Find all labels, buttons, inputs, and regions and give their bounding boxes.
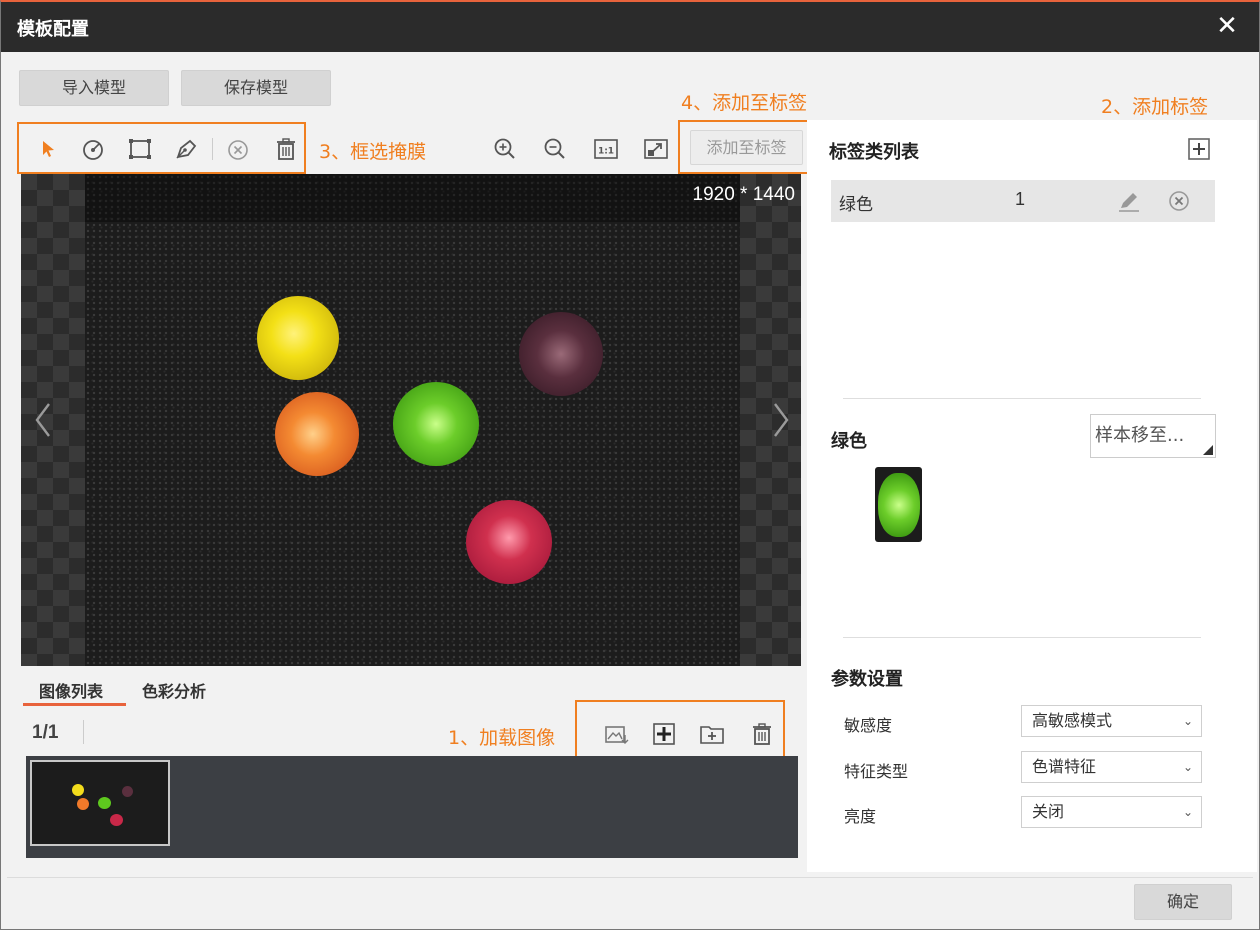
title-bar: 模板配置 ✕: [1, 2, 1259, 52]
clear-icon[interactable]: [225, 136, 251, 162]
resolution-label: 1920 * 1440: [692, 184, 796, 205]
import-model-button[interactable]: 导入模型: [19, 70, 169, 106]
rectangle-tool-icon[interactable]: [127, 136, 153, 162]
annotation-load-image: 1、加载图像: [448, 727, 556, 749]
dialog-title: 模板配置: [17, 19, 89, 40]
feature-type-value: 色谱特征: [1032, 757, 1097, 776]
param-label-brightness: 亮度: [844, 807, 877, 826]
save-model-button[interactable]: 保存模型: [181, 70, 331, 106]
green-sample-thumbnail[interactable]: [875, 467, 922, 542]
ok-button[interactable]: 确定: [1134, 884, 1232, 920]
load-image-icon[interactable]: [603, 721, 629, 747]
image-thumbnail-strip: [26, 756, 798, 858]
zoom-out-icon[interactable]: [542, 136, 568, 162]
add-to-label-button[interactable]: 添加至标签: [690, 130, 803, 165]
add-label-icon[interactable]: [1186, 136, 1212, 162]
params-title: 参数设置: [831, 669, 903, 690]
green-candy: [393, 382, 479, 466]
yellow-candy: [257, 296, 339, 380]
edit-icon[interactable]: [1116, 188, 1142, 214]
previous-image-arrow[interactable]: [31, 400, 55, 440]
annotation-add-label: 2、添加标签: [1101, 96, 1209, 118]
selected-label-title: 绿色: [831, 431, 867, 452]
param-label-feature-type: 特征类型: [844, 762, 909, 781]
chevron-down-icon: ⌄: [1182, 805, 1193, 819]
delete-icon[interactable]: [273, 136, 299, 162]
delete-image-icon[interactable]: [749, 721, 775, 747]
remove-label-icon[interactable]: [1166, 188, 1192, 214]
actual-size-icon[interactable]: 1:1: [593, 136, 619, 162]
feature-type-select[interactable]: 色谱特征 ⌄: [1021, 751, 1202, 783]
add-folder-icon[interactable]: [699, 721, 725, 747]
template-config-dialog: 模板配置 ✕ 导入模型 保存模型 4、添加至标签 2、添加标签 3、框选掩膜 1…: [0, 0, 1260, 930]
chevron-down-icon: ⌄: [1182, 760, 1193, 774]
annotation-add-to-label: 4、添加至标签: [681, 92, 808, 114]
active-tab-indicator: [23, 703, 126, 706]
add-icon[interactable]: [651, 721, 677, 747]
red-candy: [466, 500, 552, 584]
label-row-green[interactable]: 绿色 1: [831, 180, 1215, 222]
pen-tool-icon[interactable]: [173, 136, 199, 162]
annotation-select-mask: 3、框选掩膜: [319, 141, 427, 163]
toolbar-separator: [212, 138, 213, 160]
label-name: 绿色: [839, 195, 873, 215]
next-image-arrow[interactable]: [769, 400, 793, 440]
fit-window-icon[interactable]: [643, 136, 669, 162]
svg-text:1:1: 1:1: [598, 147, 614, 157]
image-thumbnail[interactable]: [30, 760, 170, 846]
zoom-in-icon[interactable]: [492, 136, 518, 162]
candy-image: [85, 174, 740, 666]
move-sample-label: 样本移至...: [1095, 425, 1185, 446]
purple-candy: [519, 312, 603, 396]
close-button[interactable]: ✕: [1213, 11, 1241, 41]
sensitivity-select[interactable]: 高敏感模式 ⌄: [1021, 705, 1202, 737]
image-viewer[interactable]: 1920 * 1440: [21, 174, 801, 666]
label-list-title: 标签类列表: [829, 142, 919, 163]
tab-image-list[interactable]: 图像列表: [39, 678, 103, 702]
circle-tool-icon[interactable]: [80, 136, 106, 162]
tab-color-analysis[interactable]: 色彩分析: [142, 678, 206, 702]
chevron-down-icon: ⌄: [1182, 714, 1193, 728]
brightness-value: 关闭: [1032, 802, 1065, 821]
label-count: 1: [1015, 189, 1026, 209]
image-page-count: 1/1: [32, 722, 59, 743]
sensitivity-value: 高敏感模式: [1032, 711, 1113, 730]
brightness-select[interactable]: 关闭 ⌄: [1021, 796, 1202, 828]
orange-candy: [275, 392, 359, 476]
pointer-icon[interactable]: [35, 136, 61, 162]
param-label-sensitivity: 敏感度: [844, 716, 893, 735]
move-sample-dropdown[interactable]: 样本移至...: [1090, 414, 1216, 458]
